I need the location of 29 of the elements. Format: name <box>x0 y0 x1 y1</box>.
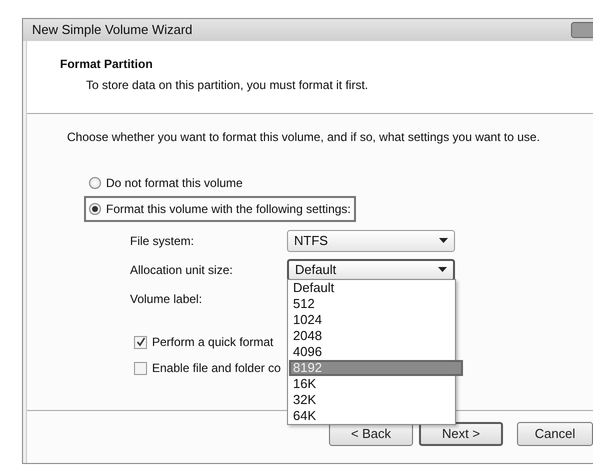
field-label: Allocation unit size: <box>130 262 234 278</box>
wizard-button[interactable]: Next > <box>419 422 503 446</box>
field-label: File system: <box>130 232 196 250</box>
field-label: Volume label: <box>130 290 204 308</box>
dropdown-option[interactable]: 32K <box>289 392 454 408</box>
window-title: New Simple Volume Wizard <box>32 21 192 40</box>
dropdown-option[interactable]: 2048 <box>289 328 454 344</box>
close-button[interactable] <box>571 22 593 38</box>
dropdown-field[interactable]: Default <box>287 258 455 280</box>
radio-button[interactable] <box>89 177 101 189</box>
checkbox-label[interactable]: Enable file and folder co <box>152 359 281 377</box>
page-subtitle: To store data on this partition, you must format it first. <box>85 77 370 94</box>
checkbox-label[interactable]: Perform a quick format <box>152 333 274 351</box>
instruction-text: Choose whether you want to format this volume, and if so, what settings you want to use. <box>67 129 541 146</box>
radio-button[interactable] <box>89 203 101 215</box>
page-title: Format Partition <box>60 56 154 73</box>
dropdown-option[interactable]: 64K <box>289 408 454 424</box>
dropdown-option[interactable]: 16K <box>289 376 454 392</box>
caret-icon <box>438 267 447 272</box>
dropdown-option[interactable]: 512 <box>289 296 454 312</box>
dropdown-option[interactable]: 1024 <box>289 312 454 328</box>
checkbox[interactable] <box>134 336 147 348</box>
caret-icon <box>439 238 448 243</box>
dropdown-field[interactable]: NTFS <box>287 230 455 252</box>
dropdown-option[interactable]: Default <box>289 280 454 296</box>
wizard-button[interactable]: Cancel <box>517 422 593 446</box>
radio-label[interactable]: Do not format this volume <box>106 174 243 192</box>
dropdown-option[interactable]: 4096 <box>289 344 454 360</box>
checkbox[interactable] <box>134 362 147 374</box>
